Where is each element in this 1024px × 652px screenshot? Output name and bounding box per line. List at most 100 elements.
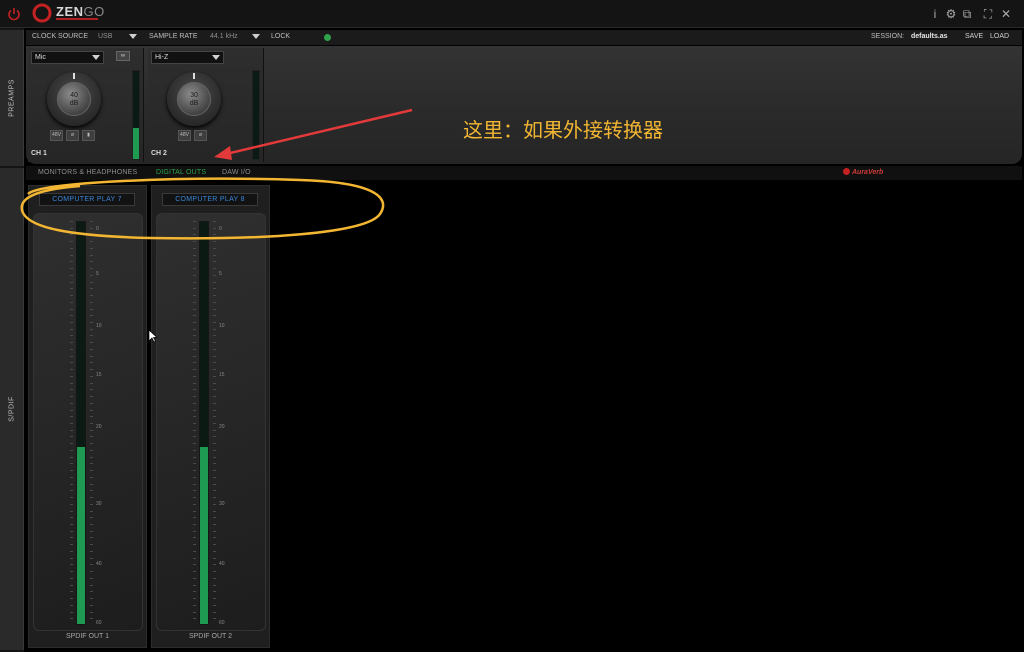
scale-minor-tick: [90, 557, 93, 559]
scale-tick-label: 10: [96, 323, 102, 330]
tab-daw-io[interactable]: DAW I/O: [222, 169, 251, 176]
scale-minor-tick: [193, 557, 196, 559]
gain-knob-ch1[interactable]: 40 dB: [47, 72, 101, 126]
input-type-select-ch1[interactable]: Mic: [31, 51, 104, 64]
scale-minor-tick: [70, 449, 73, 451]
scale-minor-tick: [70, 530, 73, 532]
scale-minor-tick: [213, 577, 216, 579]
input-meter-ch2: [252, 70, 260, 160]
preamp-channel-1: Mic ∞ 40 dB 48V ø ▮ CH 1: [28, 48, 144, 162]
scale-minor-tick: [70, 463, 73, 465]
close-icon[interactable]: ✕: [998, 6, 1014, 22]
save-button[interactable]: SAVE: [965, 33, 983, 40]
clock-source-chevron-icon[interactable]: [129, 34, 137, 39]
title-bar: ZENGO i ⚙ ⧉ ⛶ ✕: [0, 0, 1024, 28]
scale-minor-tick: [193, 382, 196, 384]
scale-minor-tick: [70, 564, 73, 566]
scale-minor-tick: [70, 261, 73, 263]
scale-minor-tick: [90, 221, 93, 222]
scale-minor-tick: [70, 301, 73, 303]
scale-minor-tick: [90, 402, 93, 404]
scale-minor-tick: [90, 591, 93, 593]
scale-minor-tick: [90, 443, 93, 445]
preamps-panel: Mic ∞ 40 dB 48V ø ▮ CH 1 Hi-Z 30 dB 48V …: [26, 46, 1022, 164]
session-label: SESSION:: [871, 33, 905, 40]
output-name-2: SPDIF OUT 2: [188, 633, 233, 640]
scale-minor-tick: [90, 476, 93, 478]
scale-minor-tick: [70, 436, 73, 438]
scale-minor-tick: [90, 274, 93, 276]
scale-minor-tick: [193, 443, 196, 445]
scale-minor-tick: [193, 409, 196, 411]
scale-minor-tick: [70, 308, 73, 310]
scale-minor-tick: [90, 362, 93, 364]
status-strip: CLOCK SOURCE USB SAMPLE RATE 44.1 kHz LO…: [26, 30, 1022, 45]
scale-minor-tick: [213, 544, 216, 546]
scale-minor-tick: [70, 598, 73, 600]
scale-minor-tick: [213, 604, 216, 606]
sample-rate-chevron-icon[interactable]: [252, 34, 260, 39]
scale-minor-tick: [193, 247, 196, 249]
phantom-power-button-ch2[interactable]: 48V: [178, 130, 191, 141]
scale-minor-tick: [90, 247, 93, 249]
power-icon[interactable]: [6, 6, 22, 22]
auraverb-button[interactable]: AuraVerb: [843, 168, 883, 176]
scale-minor-tick: [193, 221, 196, 222]
scale-minor-tick: [70, 490, 73, 492]
phase-button-ch2[interactable]: ø: [194, 130, 207, 141]
scale-minor-tick: [90, 301, 93, 303]
scale-minor-tick: [213, 382, 216, 384]
annotation-text: 这里：如果外接转换器: [463, 120, 663, 142]
pad-button-ch1[interactable]: ▮: [82, 130, 95, 141]
scale-minor-tick: [193, 274, 196, 276]
scale-minor-tick: [70, 423, 73, 424]
tab-spdif[interactable]: S/PDIF: [0, 168, 24, 650]
scale-minor-tick: [193, 503, 196, 505]
scale-minor-tick: [213, 483, 216, 485]
link-button[interactable]: ∞: [116, 51, 130, 61]
scale-minor-tick: [70, 604, 73, 606]
clock-source-select[interactable]: USB: [98, 33, 112, 40]
scale-minor-tick: [213, 369, 216, 371]
scale-minor-tick: [213, 301, 216, 303]
sample-rate-select[interactable]: 44.1 kHz: [210, 33, 238, 40]
gain-knob-ch2[interactable]: 30 dB: [167, 72, 221, 126]
input-meter-ch1: [132, 70, 140, 160]
scale-minor-tick: [70, 577, 73, 579]
scale-minor-tick: [213, 409, 216, 411]
scale-minor-tick: [70, 295, 73, 297]
output-source-select-2[interactable]: COMPUTER PLAY 8: [162, 193, 258, 206]
scale-minor-tick: [193, 396, 196, 398]
load-button[interactable]: LOAD: [990, 33, 1009, 40]
scale-minor-tick: [193, 429, 196, 431]
restore-icon[interactable]: ⧉: [959, 6, 975, 22]
output-meter-1: [76, 221, 86, 625]
scale-minor-tick: [70, 227, 73, 229]
tab-preamps[interactable]: PREAMPS: [0, 30, 24, 166]
tab-digital-outs[interactable]: DIGITAL OUTS: [156, 169, 206, 176]
scale-minor-tick: [193, 241, 196, 243]
info-icon[interactable]: i: [927, 6, 943, 22]
scale-minor-tick: [193, 281, 196, 283]
phantom-power-button-ch1[interactable]: 48V: [50, 130, 63, 141]
tab-monitors-headphones[interactable]: MONITORS & HEADPHONES: [38, 169, 137, 176]
scale-minor-tick: [193, 476, 196, 478]
scale-minor-tick: [90, 483, 93, 485]
session-name: defaults.as: [911, 33, 948, 40]
scale-minor-tick: [213, 443, 216, 445]
scale-minor-tick: [70, 234, 73, 236]
scale-minor-tick: [90, 261, 93, 263]
scale-minor-tick: [193, 483, 196, 485]
scale-minor-tick: [90, 503, 93, 505]
scale-minor-tick: [70, 355, 73, 357]
meter-scale-left-2: [193, 221, 197, 625]
scale-tick-label: 5: [96, 270, 99, 277]
gear-icon[interactable]: ⚙: [943, 6, 959, 22]
phase-button-ch1[interactable]: ø: [66, 130, 79, 141]
input-type-select-ch2[interactable]: Hi-Z: [151, 51, 224, 64]
scale-minor-tick: [90, 322, 93, 323]
scale-minor-tick: [90, 396, 93, 398]
scale-minor-tick: [90, 564, 93, 566]
fullscreen-icon[interactable]: ⛶: [980, 6, 996, 22]
output-source-select-1[interactable]: COMPUTER PLAY 7: [39, 193, 135, 206]
